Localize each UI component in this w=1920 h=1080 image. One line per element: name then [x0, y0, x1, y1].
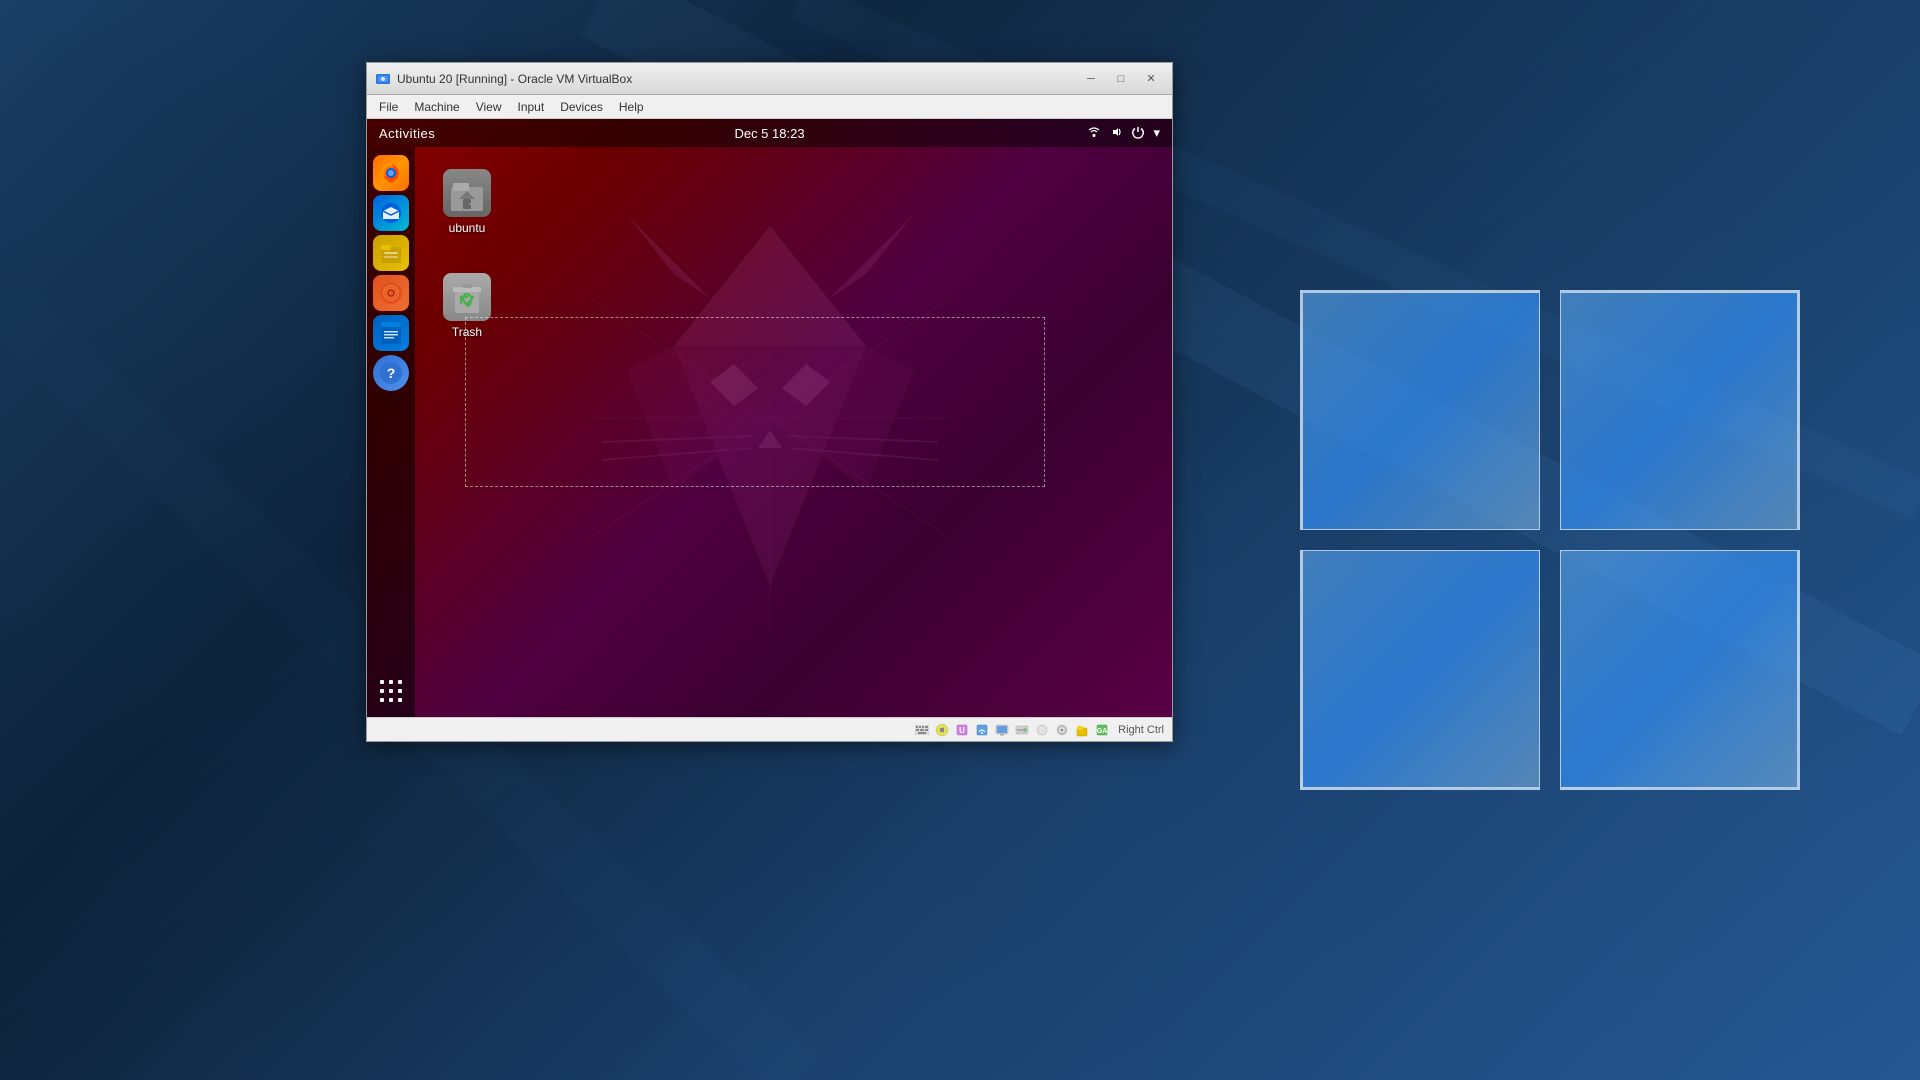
desktop-selection-rect [465, 317, 1045, 487]
menu-view[interactable]: View [468, 97, 510, 117]
vbox-maximize-button[interactable]: □ [1108, 69, 1134, 89]
virtualbox-window: Ubuntu 20 [Running] - Oracle VM VirtualB… [366, 62, 1173, 742]
menu-help[interactable]: Help [611, 97, 652, 117]
home-folder-label: ubuntu [449, 221, 486, 235]
windows-logo-area [1180, 0, 1920, 1080]
win-logo-pane-tl [1300, 290, 1540, 530]
trash-icon [443, 273, 491, 321]
windows-logo [1300, 290, 1800, 790]
statusbar-network-icon[interactable] [974, 722, 990, 738]
svg-text:?: ? [387, 365, 396, 381]
grid-dot [380, 689, 384, 693]
vbox-title-text: Ubuntu 20 [Running] - Oracle VM VirtualB… [397, 72, 1078, 86]
grid-dot [398, 689, 402, 693]
statusbar-display-icon[interactable] [994, 722, 1010, 738]
ubuntu-topbar: Activities Dec 5 18:23 [367, 119, 1172, 147]
statusbar-usb-icon[interactable]: U [954, 722, 970, 738]
win-logo-pane-br [1560, 550, 1800, 790]
desktop-icon-trash[interactable]: Trash [431, 267, 503, 345]
sidebar-item-firefox[interactable] [373, 155, 409, 191]
menu-machine[interactable]: Machine [406, 97, 467, 117]
home-folder-icon [443, 169, 491, 217]
vbox-titlebar: Ubuntu 20 [Running] - Oracle VM VirtualB… [367, 63, 1172, 95]
menu-devices[interactable]: Devices [552, 97, 611, 117]
ubuntu-content: ? [367, 147, 1172, 717]
grid-dot [398, 680, 402, 684]
ubuntu-activities-button[interactable]: Activities [379, 126, 435, 141]
ubuntu-topbar-right: ▾ [1087, 125, 1160, 142]
grid-dot [398, 698, 402, 702]
statusbar-hdd-icon[interactable] [1014, 722, 1030, 738]
statusbar-shared-folder-icon[interactable] [1074, 722, 1090, 738]
statusbar-settings-icon[interactable] [1054, 722, 1070, 738]
power-icon[interactable] [1131, 125, 1145, 142]
network-icon[interactable] [1087, 125, 1101, 142]
ubuntu-desktop: Activities Dec 5 18:23 [367, 119, 1172, 717]
statusbar-right-ctrl-label: Right Ctrl [1118, 724, 1164, 736]
statusbar-cd-icon[interactable] [1034, 722, 1050, 738]
grid-dot [389, 680, 393, 684]
grid-dot [389, 689, 393, 693]
vbox-window-controls: ─ □ ✕ [1078, 69, 1164, 89]
sidebar-show-applications-button[interactable] [373, 673, 409, 709]
desktop-icon-home[interactable]: ubuntu [431, 163, 503, 241]
sidebar-item-thunderbird[interactable] [373, 195, 409, 231]
topbar-arrow-icon[interactable]: ▾ [1153, 125, 1160, 141]
vbox-close-button[interactable]: ✕ [1138, 69, 1164, 89]
statusbar-keyboard-icon[interactable] [914, 722, 930, 738]
sidebar-item-writer[interactable] [373, 315, 409, 351]
sidebar-item-rhythmbox[interactable] [373, 275, 409, 311]
grid-dot [380, 698, 384, 702]
win-logo-pane-tr [1560, 290, 1800, 530]
menu-file[interactable]: File [371, 97, 406, 117]
vbox-minimize-button[interactable]: ─ [1078, 69, 1104, 89]
trash-label: Trash [452, 325, 482, 339]
vbox-menubar: File Machine View Input Devices Help [367, 95, 1172, 119]
win-logo-pane-bl [1300, 550, 1540, 790]
statusbar-guest-additions-icon[interactable]: GA [1094, 722, 1110, 738]
statusbar-audio-icon[interactable] [934, 722, 950, 738]
ubuntu-icons-area: ubuntu [415, 147, 1172, 717]
ubuntu-clock: Dec 5 18:23 [734, 126, 804, 141]
vbox-statusbar: U [367, 717, 1172, 741]
sidebar-item-files[interactable] [373, 235, 409, 271]
grid-dot [389, 698, 393, 702]
svg-text:U: U [959, 726, 965, 735]
vbox-title-icon [375, 71, 391, 87]
grid-dot [380, 680, 384, 684]
sound-icon[interactable] [1109, 125, 1123, 142]
menu-input[interactable]: Input [510, 97, 553, 117]
sidebar-item-help[interactable]: ? [373, 355, 409, 391]
svg-text:GA: GA [1097, 728, 1108, 735]
ubuntu-sidebar: ? [367, 147, 415, 717]
